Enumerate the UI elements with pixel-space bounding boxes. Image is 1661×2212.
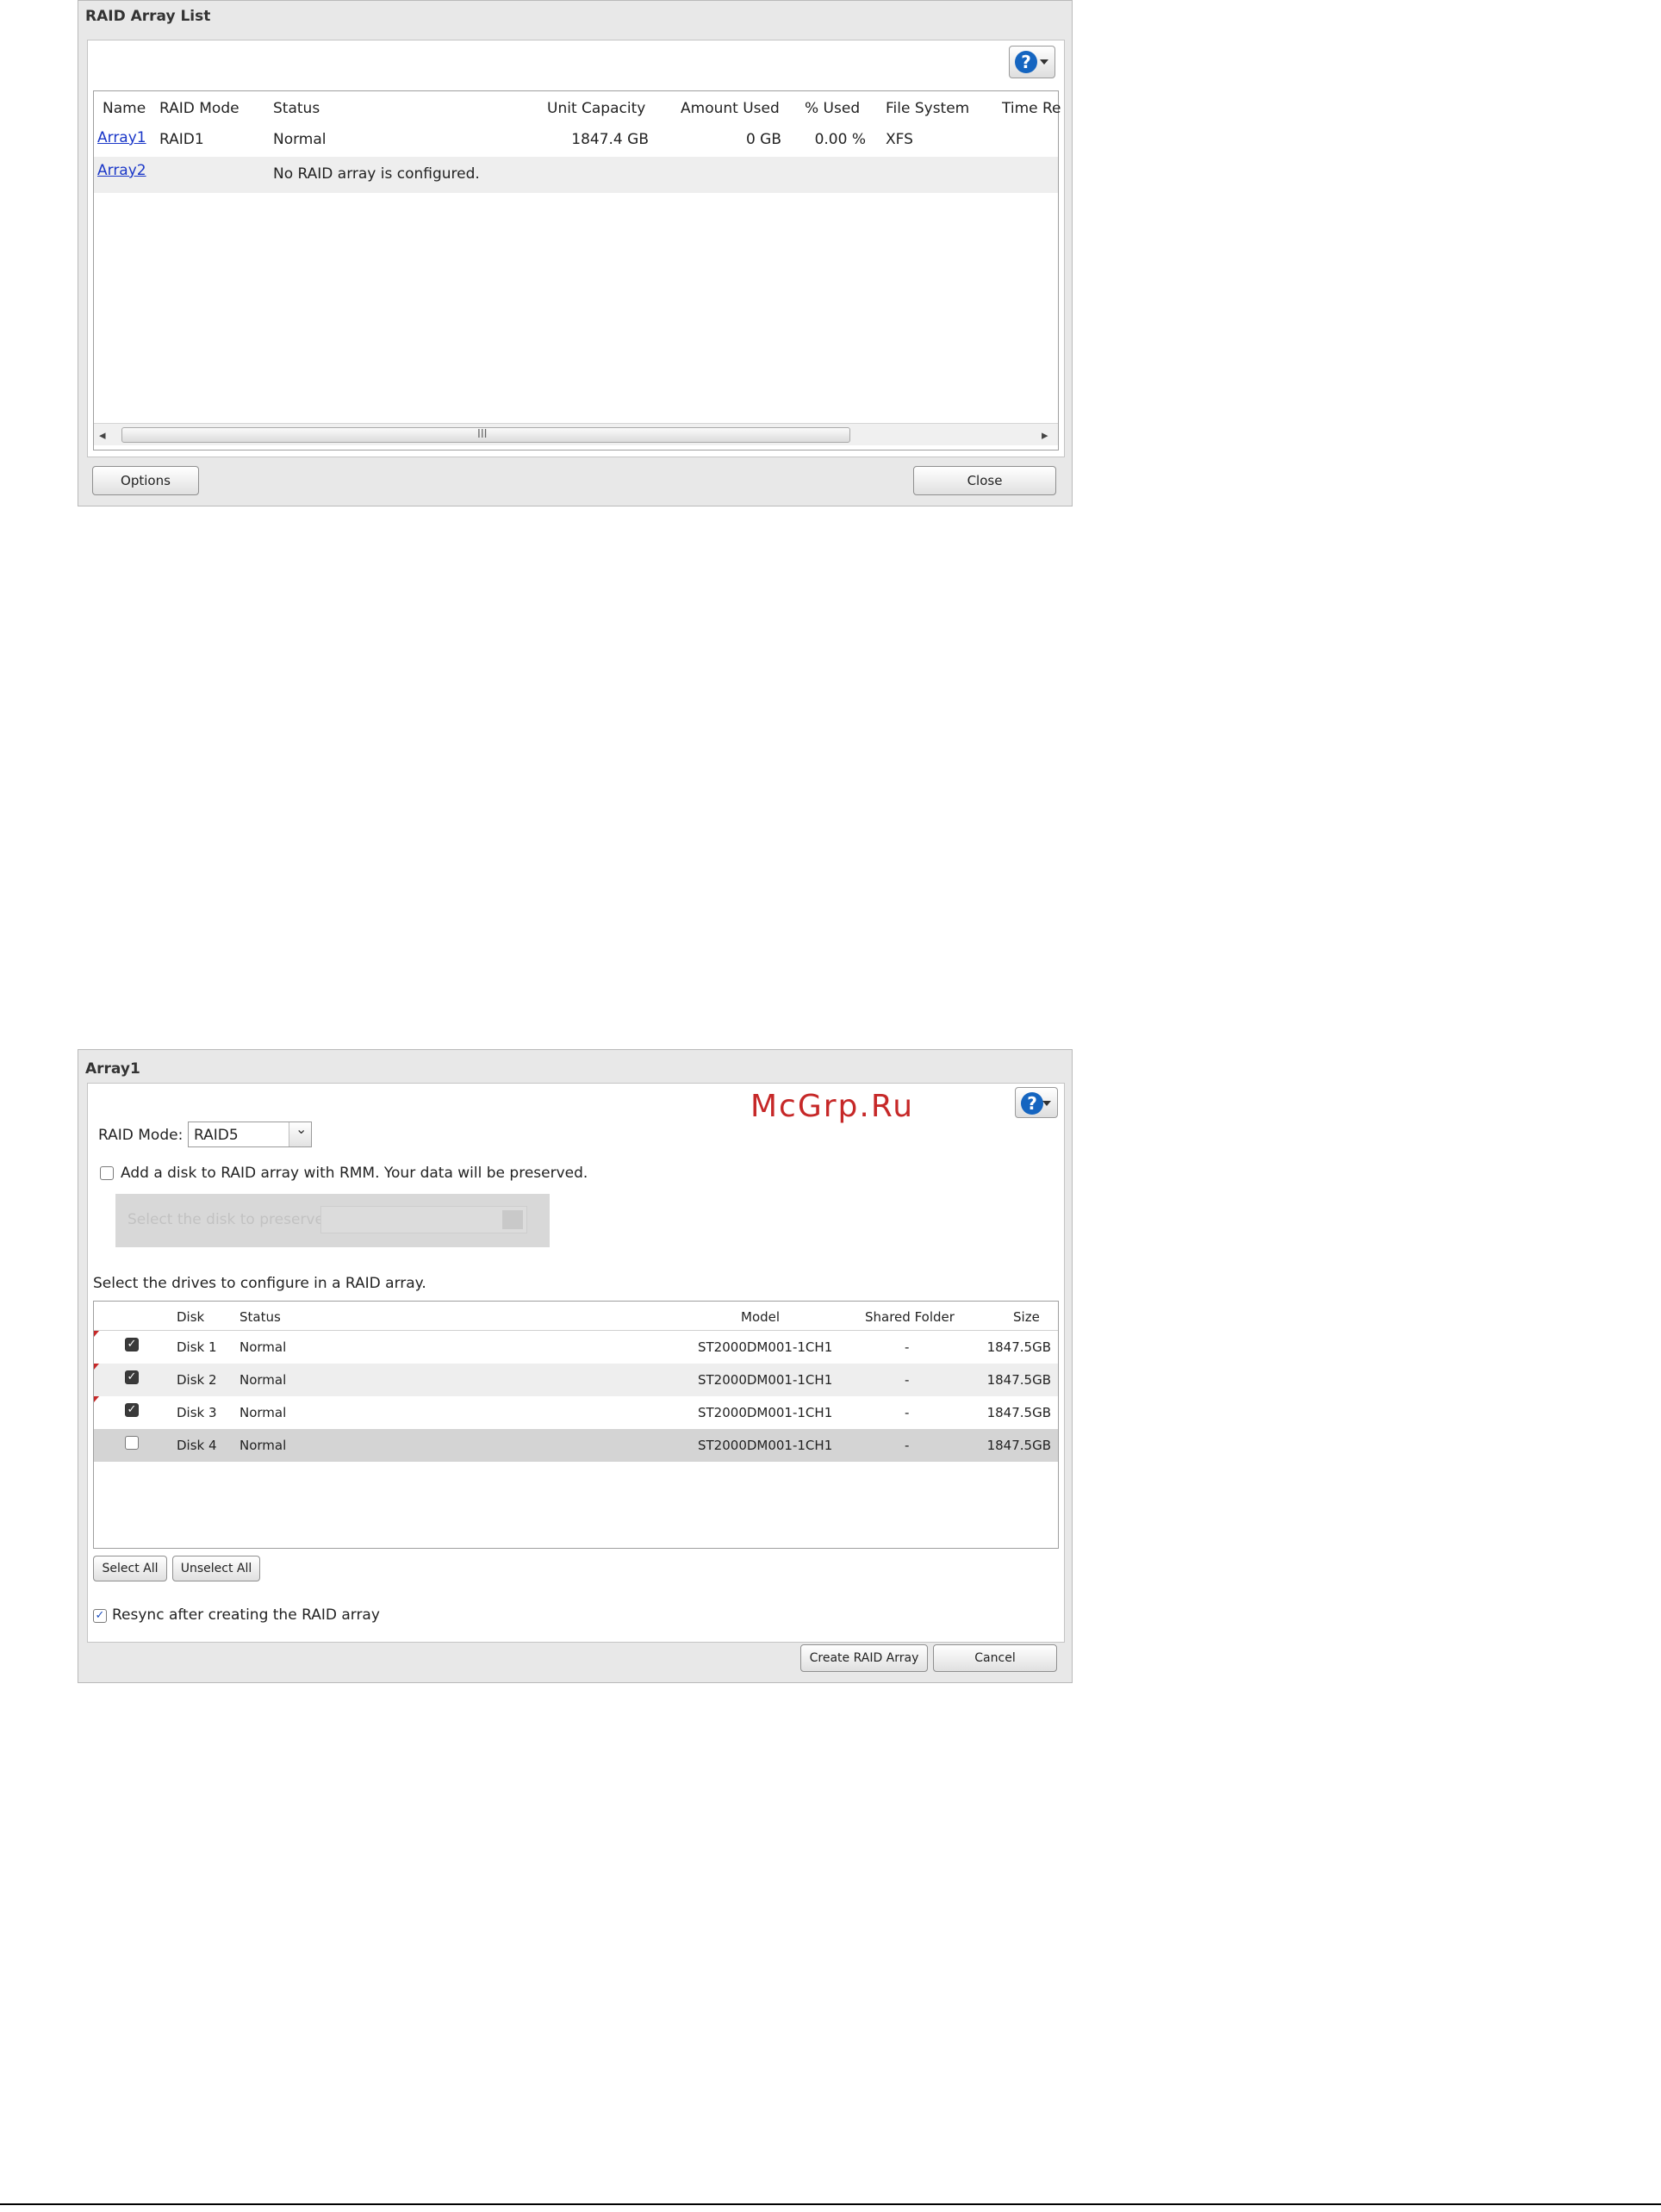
dirty-flag-icon [94,1396,99,1402]
status-cell: No RAID array is configured. [273,165,480,183]
help-icon: ? [1021,1092,1043,1115]
header-row: Disk Status Model Shared Folder Size [94,1302,1058,1331]
table-row[interactable]: ✓ Disk 2 Normal ST2000DM001-1CH1 - 1847.… [94,1364,1058,1396]
column-header-size[interactable]: Size [1013,1309,1040,1325]
raid-array-table: Name RAID Mode Status Unit Capacity Amou… [93,90,1061,450]
size-cell: 1847.5GB [986,1372,1051,1388]
disk3-checkbox[interactable]: ✓ [125,1403,139,1417]
file-system-cell: XFS [886,131,913,148]
status-cell: Normal [240,1405,287,1420]
horizontal-scrollbar[interactable]: ◂ III ▸ [94,423,1058,445]
raid-mode-select[interactable]: RAID5 ⌄ [188,1121,312,1147]
column-header-time-remaining[interactable]: Time Re [1002,100,1061,117]
chevron-down-icon: ⌄ [295,1121,308,1137]
table-row[interactable]: ✓ Disk 1 Normal ST2000DM001-1CH1 - 1847.… [94,1331,1058,1364]
disk4-checkbox[interactable] [125,1436,139,1450]
status-cell: Normal [240,1372,287,1388]
disk2-checkbox[interactable]: ✓ [125,1370,139,1384]
column-header-shared-folder[interactable]: Shared Folder [865,1309,955,1325]
page-bottom-rule [0,2203,1661,2205]
size-cell: 1847.5GB [986,1438,1051,1453]
column-header-amount-used[interactable]: Amount Used [681,100,780,117]
panel-title: Array1 [85,1060,140,1078]
table-row[interactable]: Array1 RAID1 Normal 1847.4 GB 0 GB 0.00 … [94,121,1058,157]
status-cell: Normal [273,131,327,148]
raid-mode-value: RAID5 [194,1127,239,1144]
resync-label: Resync after creating the RAID array [112,1606,380,1624]
column-header-name[interactable]: Name [103,100,146,117]
disk-table: Disk Status Model Shared Folder Size ✓ D… [93,1301,1059,1549]
column-header-status[interactable]: Status [273,100,320,117]
array2-link[interactable]: Array2 [97,162,146,179]
table-row[interactable]: ✓ Disk 3 Normal ST2000DM001-1CH1 - 1847.… [94,1396,1058,1429]
panel-title: RAID Array List [85,8,211,25]
model-cell: ST2000DM001-1CH1 [698,1339,833,1355]
table-row[interactable]: Array2 No RAID array is configured. [94,157,1058,193]
shared-folder-cell: - [905,1372,910,1388]
disk-cell: Disk 4 [177,1438,217,1453]
column-header-model[interactable]: Model [741,1309,780,1325]
table-row[interactable]: Disk 4 Normal ST2000DM001-1CH1 - 1847.5G… [94,1429,1058,1462]
amount-used-cell: 0 GB [745,131,781,148]
select-arrow[interactable]: ⌄ [289,1121,311,1146]
status-cell: Normal [240,1339,287,1355]
model-cell: ST2000DM001-1CH1 [698,1438,833,1453]
dirty-flag-icon [94,1331,99,1337]
help-icon: ? [1015,51,1037,73]
shared-folder-cell: - [905,1339,910,1355]
raid-list-content: ? Name RAID Mode Status Unit Capacity Am… [87,40,1065,457]
preserve-disk-label: Select the disk to preserve: [128,1211,329,1228]
help-button[interactable]: ? [1015,1087,1058,1118]
scroll-left-icon[interactable]: ◂ [99,427,106,443]
model-cell: ST2000DM001-1CH1 [698,1372,833,1388]
caret-down-icon [1042,1101,1051,1106]
select-all-button[interactable]: Select All [93,1556,167,1581]
scroll-right-icon[interactable]: ▸ [1042,427,1048,443]
dirty-flag-icon [94,1364,99,1370]
column-header-percent-used[interactable]: % Used [805,100,860,117]
disk1-checkbox[interactable]: ✓ [125,1338,139,1351]
watermark: McGrp.Ru [750,1089,915,1124]
select-arrow [502,1210,523,1229]
column-header-status[interactable]: Status [240,1309,281,1325]
raid-array-list-panel: RAID Array List ? Name RAID Mode Status … [78,0,1073,506]
array1-link[interactable]: Array1 [97,129,146,146]
model-cell: ST2000DM001-1CH1 [698,1405,833,1420]
shared-folder-cell: - [905,1438,910,1453]
column-header-raid-mode[interactable]: RAID Mode [159,100,240,117]
column-header-unit-capacity[interactable]: Unit Capacity [547,100,645,117]
unselect-all-button[interactable]: Unselect All [172,1556,260,1581]
size-cell: 1847.5GB [986,1339,1051,1355]
scrollbar-thumb[interactable]: III [121,427,850,443]
column-header-disk[interactable]: Disk [177,1309,204,1325]
preserve-disk-select [320,1206,527,1233]
shared-folder-cell: - [905,1405,910,1420]
help-button[interactable]: ? [1009,46,1055,78]
percent-used-cell: 0.00 % [814,131,866,148]
create-raid-array-button[interactable]: Create RAID Array [800,1644,928,1672]
options-button[interactable]: Options [92,466,199,495]
array1-panel: Array1 McGrp.Ru ? RAID Mode: RAID5 ⌄ Add… [78,1049,1073,1683]
column-header-file-system[interactable]: File System [886,100,969,117]
disk-cell: Disk 2 [177,1372,217,1388]
size-cell: 1847.5GB [986,1405,1051,1420]
status-cell: Normal [240,1438,287,1453]
raid-mode-cell: RAID1 [159,131,204,148]
capacity-cell: 1847.4 GB [571,131,649,148]
scroll-grip: III [477,428,488,441]
rmm-label: Add a disk to RAID array with RMM. Your … [121,1165,588,1182]
close-button[interactable]: Close [913,466,1056,495]
select-drives-label: Select the drives to configure in a RAID… [93,1275,426,1292]
resync-checkbox[interactable]: ✓ [93,1609,107,1623]
rmm-checkbox[interactable] [100,1166,114,1180]
disk-cell: Disk 3 [177,1405,217,1420]
disk-cell: Disk 1 [177,1339,217,1355]
caret-down-icon [1040,59,1048,65]
cancel-button[interactable]: Cancel [933,1644,1057,1672]
raid-mode-label: RAID Mode: [98,1127,184,1144]
preserve-disk-area: Select the disk to preserve: [115,1194,550,1247]
array1-content: McGrp.Ru ? RAID Mode: RAID5 ⌄ Add a disk… [87,1083,1065,1643]
